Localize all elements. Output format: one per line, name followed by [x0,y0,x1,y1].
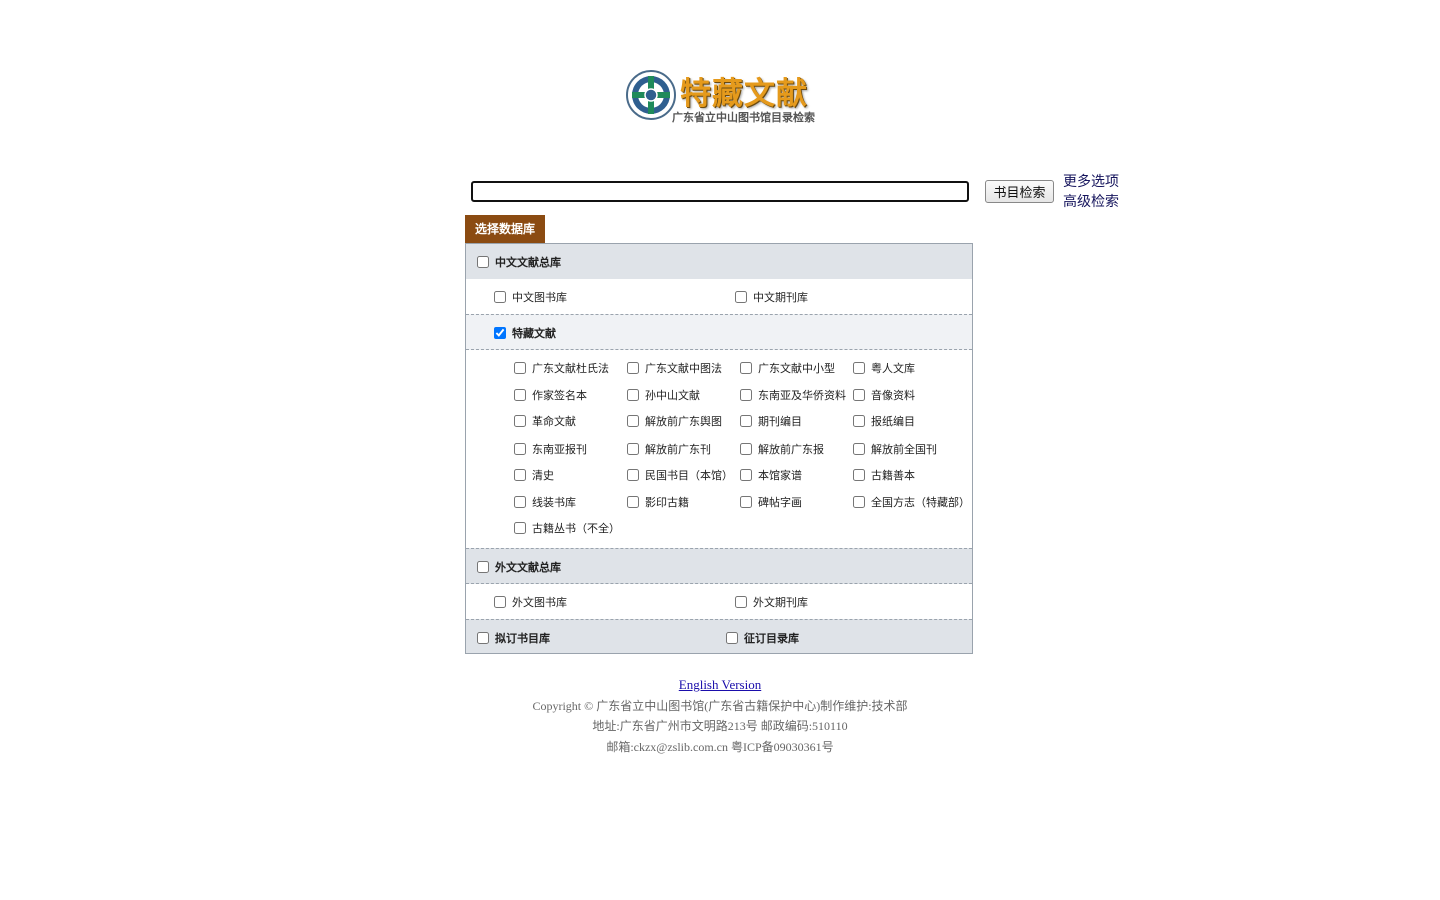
special-item-option[interactable]: 民国书目（本馆） [627,467,733,483]
special-checkbox[interactable] [494,327,506,339]
footer-copyright: Copyright © 广东省立中山图书馆(广东省古籍保护中心)制作维护:技术部 [532,699,908,713]
footer-address: 地址:广东省广州市文明路213号 邮政编码:510110 [592,719,848,733]
footer-english-link-wrap: English Version [0,677,1440,693]
special-item-checkbox[interactable] [627,469,639,481]
special-item-checkbox[interactable] [853,389,865,401]
special-item-option[interactable]: 孙中山文献 [627,387,700,403]
special-item-option[interactable]: 粤人文库 [853,360,915,376]
special-item-checkbox[interactable] [514,469,526,481]
solicit-catalog-option[interactable]: 征订目录库 [726,630,799,646]
special-item-option[interactable]: 碑帖字画 [740,494,802,510]
special-item-checkbox[interactable] [740,415,752,427]
library-emblem-icon [626,70,676,120]
special-item-option[interactable]: 清史 [514,467,554,483]
special-option[interactable]: 特藏文献 [494,325,556,341]
foreign-journals-option[interactable]: 外文期刊库 [735,594,808,610]
chinese-total-checkbox[interactable] [477,256,489,268]
logo-subtitle: 广东省立中山图书馆目录检索 [672,111,815,124]
chinese-books-checkbox[interactable] [494,291,506,303]
special-item-checkbox[interactable] [853,415,865,427]
special-item-checkbox[interactable] [853,362,865,374]
special-item-checkbox[interactable] [514,362,526,374]
special-item-option[interactable]: 作家签名本 [514,387,587,403]
foreign-journals-checkbox[interactable] [735,596,747,608]
foreign-total-checkbox[interactable] [477,561,489,573]
special-item-checkbox[interactable] [627,415,639,427]
more-options-link[interactable]: 更多选项 [1063,171,1119,191]
special-item-option[interactable]: 报纸编目 [853,413,915,429]
special-item-checkbox[interactable] [853,496,865,508]
special-item-checkbox[interactable] [514,389,526,401]
foreign-books-checkbox[interactable] [494,596,506,608]
special-item-checkbox[interactable] [514,415,526,427]
special-item-checkbox[interactable] [740,443,752,455]
special-item-option[interactable]: 线装书库 [514,494,576,510]
special-item-option[interactable]: 广东文献中小型 [740,360,835,376]
footer-email: 邮箱:ckzx@zslib.com.cn 粤ICP备09030361号 [606,740,834,754]
proposed-catalog-option[interactable]: 拟订书目库 [477,630,550,646]
special-item-option[interactable]: 音像资料 [853,387,915,403]
special-item-checkbox[interactable] [853,469,865,481]
special-item-checkbox[interactable] [740,389,752,401]
special-item-option[interactable]: 广东文献中图法 [627,360,722,376]
english-version-link[interactable]: English Version [679,677,761,692]
chinese-total-option[interactable]: 中文文献总库 [477,254,561,270]
special-item-option[interactable]: 广东文献杜氏法 [514,360,609,376]
chinese-books-option[interactable]: 中文图书库 [494,289,567,305]
search-input[interactable] [471,181,969,202]
special-item-option[interactable]: 本馆家谱 [740,467,802,483]
special-item-checkbox[interactable] [740,362,752,374]
special-item-checkbox[interactable] [627,362,639,374]
special-item-option[interactable]: 革命文献 [514,413,576,429]
database-panel: 中文文献总库 中文图书库 中文期刊库 特藏文献 广东文献杜氏法 广东文献中图法 广东… [465,243,973,654]
special-item-checkbox[interactable] [740,469,752,481]
special-item-option[interactable]: 解放前广东报 [740,441,824,457]
special-item-option[interactable]: 古籍丛书（不全） [514,520,620,536]
special-item-option[interactable]: 期刊编目 [740,413,802,429]
special-item-option[interactable]: 解放前广东刊 [627,441,711,457]
special-item-option[interactable]: 解放前全国刊 [853,441,937,457]
chinese-journals-option[interactable]: 中文期刊库 [735,289,808,305]
special-item-option[interactable]: 东南亚及华侨资料 [740,387,846,403]
special-item-option[interactable]: 古籍善本 [853,467,915,483]
catalog-search-button[interactable]: 书目检索 [985,180,1054,203]
special-item-checkbox[interactable] [514,443,526,455]
foreign-books-option[interactable]: 外文图书库 [494,594,567,610]
special-item-option[interactable]: 解放前广东舆图 [627,413,722,429]
foreign-total-option[interactable]: 外文文献总库 [477,559,561,575]
logo-title: 特藏文献 [680,76,808,112]
special-item-option[interactable]: 全国方志（特藏部） [853,494,970,510]
site-logo: 特藏文献 广东省立中山图书馆目录检索 [624,66,824,128]
special-item-checkbox[interactable] [627,496,639,508]
select-database-tab[interactable]: 选择数据库 [465,215,545,243]
solicit-catalog-checkbox[interactable] [726,632,738,644]
special-item-option[interactable]: 影印古籍 [627,494,689,510]
special-item-checkbox[interactable] [627,389,639,401]
special-item-checkbox[interactable] [627,443,639,455]
advanced-search-link[interactable]: 高级检索 [1063,191,1119,211]
special-item-checkbox[interactable] [853,443,865,455]
special-item-checkbox[interactable] [740,496,752,508]
special-item-checkbox[interactable] [514,496,526,508]
chinese-journals-checkbox[interactable] [735,291,747,303]
special-item-checkbox[interactable] [514,522,526,534]
proposed-catalog-checkbox[interactable] [477,632,489,644]
special-item-option[interactable]: 东南亚报刊 [514,441,587,457]
